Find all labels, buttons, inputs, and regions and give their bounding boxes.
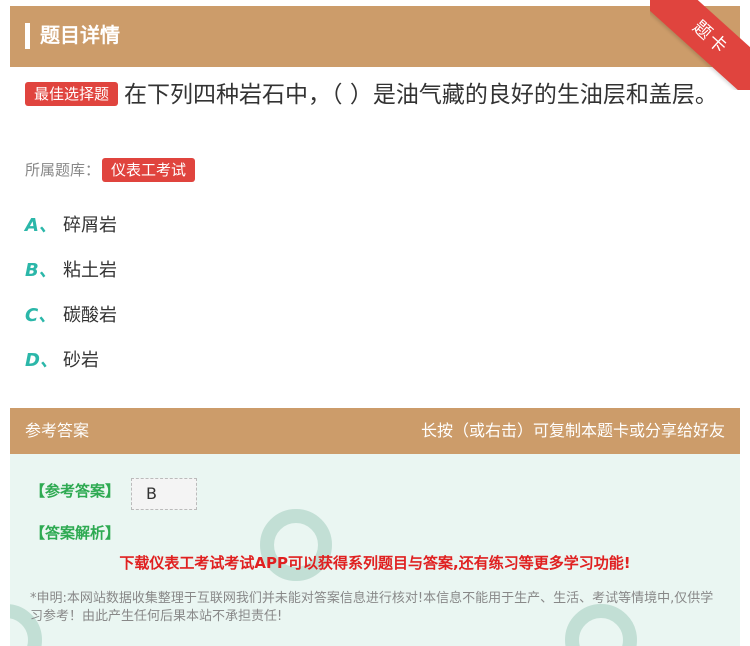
option-letter: A、 xyxy=(25,215,57,236)
option-c[interactable]: C、 碳酸岩 xyxy=(25,302,117,330)
option-letter: C、 xyxy=(25,305,57,326)
answer-section-title: 参考答案 xyxy=(25,421,90,440)
ribbon-label: 题卡 xyxy=(650,0,750,90)
app-promo-link[interactable]: 下载仪表工考试考试APP可以获得系列题目与答案,还有练习等更多学习功能! xyxy=(10,552,740,573)
option-letter: B、 xyxy=(25,260,57,281)
bank-label: 所属题库： xyxy=(25,161,101,179)
share-hint: 长按（或右击）可复制本题卡或分享给好友 xyxy=(420,421,725,440)
answer-label: 【参考答案】 xyxy=(30,482,121,500)
option-text: 粘土岩 xyxy=(63,260,117,281)
analysis-label: 【答案解析】 xyxy=(30,524,121,542)
answer-header: 参考答案 长按（或右击）可复制本题卡或分享给好友 xyxy=(10,408,740,454)
header-bar xyxy=(25,23,30,49)
answer-body: 【参考答案】 B 【答案解析】 下载仪表工考试考试APP可以获得系列题目与答案,… xyxy=(10,454,740,646)
option-text: 碳酸岩 xyxy=(63,305,117,326)
question-stem: 最佳选择题 在下列四种岩石中，（ ）是油气藏的良好的生油层和盖层。 xyxy=(25,78,725,112)
page-title: 题目详情 xyxy=(40,23,120,47)
question-text: 在下列四种岩石中，（ ）是油气藏的良好的生油层和盖层。 xyxy=(124,82,718,108)
disclaimer-text: *申明:本网站数据收集整理于互联网我们并未能对答案信息进行核对!本信息不能用于生… xyxy=(30,591,714,624)
bank-badge[interactable]: 仪表工考试 xyxy=(102,158,196,182)
question-type-badge: 最佳选择题 xyxy=(25,82,119,106)
detail-header: 题目详情 xyxy=(10,6,740,67)
option-d[interactable]: D、 砂岩 xyxy=(25,347,99,375)
option-b[interactable]: B、 粘土岩 xyxy=(25,257,117,285)
option-text: 砂岩 xyxy=(63,350,99,371)
answer-value-image: B xyxy=(131,478,197,510)
corner-ribbon: 题卡 xyxy=(650,0,750,90)
question-bank: 所属题库： 仪表工考试 xyxy=(25,158,201,182)
option-letter: D、 xyxy=(25,350,58,371)
option-text: 碎屑岩 xyxy=(63,215,117,236)
option-a[interactable]: A、 碎屑岩 xyxy=(25,212,117,240)
